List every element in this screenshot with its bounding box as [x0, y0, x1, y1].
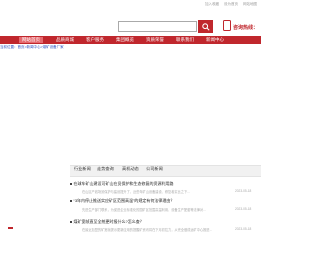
nav-item-home[interactable]: 网站首页 [19, 37, 43, 43]
nav-item-news[interactable]: 新闻中心 [206, 37, 224, 43]
news-item-date: 2023-05-18 [235, 189, 252, 193]
breadcrumb[interactable]: 当前位置：首页>新闻中心>煤矿设备厂家 [0, 45, 64, 50]
search-icon [201, 22, 210, 31]
sitemap-link[interactable]: 网站地图 [243, 2, 257, 6]
bullet-icon [70, 221, 72, 223]
search-button[interactable] [198, 20, 213, 33]
hotline-label: 咨询热线： [233, 25, 259, 31]
nav-item-contact[interactable]: 联系我们 [176, 37, 194, 43]
nav-item-honors[interactable]: 资质荣誉 [146, 37, 164, 43]
tab-trend-query[interactable]: 走势查询 [97, 166, 114, 172]
news-item-title[interactable]: 在球车矿山建设可矿山在员保护和生态修复的资源利用路 [70, 181, 174, 187]
add-favorite-link[interactable]: 加入收藏 [205, 2, 219, 6]
bullet-icon [70, 183, 72, 185]
tab-machine-news[interactable]: 高机动态 [122, 166, 139, 172]
news-item-title[interactable]: 煤矿宽帧直至全统更时报什么?怎么查？ [70, 219, 144, 225]
news-item-date: 2023-05-18 [235, 227, 252, 231]
news-item-summary: 先进生产部门联系，为促进企业标准化的国矿区范围高温利用、设备生产配套等法律对..… [82, 208, 206, 212]
bullet-icon [70, 200, 72, 202]
nav-item-service[interactable]: 客户服务 [86, 37, 104, 43]
side-marker [8, 227, 13, 229]
top-links: 加入收藏 设为首页 网站地图 [201, 2, 257, 7]
nav-item-overview[interactable]: 集团概览 [116, 37, 134, 43]
news-item-summary: 在山区产线场景保护与建设提升了，近些年矿山设备建设、修复着实比之下... [82, 190, 190, 194]
nav-item-mall[interactable]: 品质商城 [56, 37, 74, 43]
set-homepage-link[interactable]: 设为首页 [224, 2, 238, 6]
tab-company-news[interactable]: 公司新闻 [146, 166, 163, 172]
news-item-date: 2023-05-18 [235, 207, 252, 211]
phone-icon [223, 20, 231, 31]
tab-industry-news[interactable]: 行业新闻 [74, 166, 91, 172]
news-item-summary: 在最近加盟的矿宽帧提示更新应用的提醒矿资讯将在下月初拉力，从完全做成运矿中心推进… [82, 228, 213, 232]
news-item-title[interactable]: “3年内停止推送实应矿区范围高温”的规定有何法律理由？ [70, 198, 174, 204]
search-input[interactable] [118, 21, 197, 32]
